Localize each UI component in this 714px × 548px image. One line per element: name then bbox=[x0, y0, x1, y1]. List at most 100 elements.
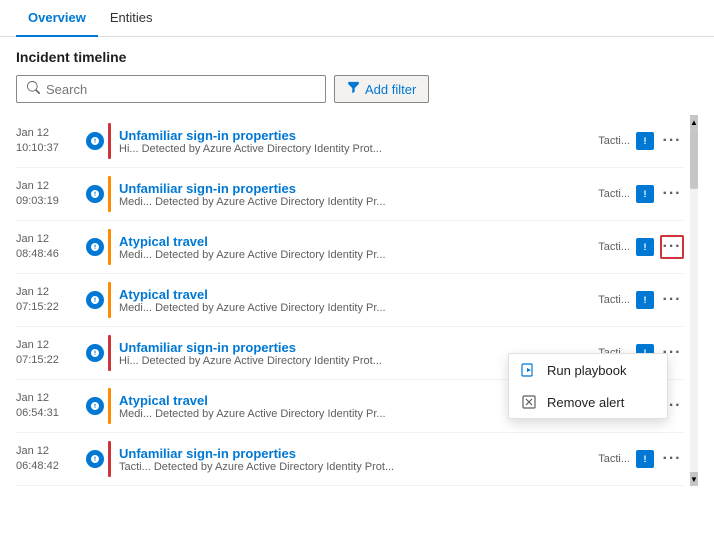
datetime-5: Jan 12 06:54:31 bbox=[16, 391, 86, 422]
search-row: Add filter bbox=[16, 75, 698, 103]
time-0: 10:10:37 bbox=[16, 141, 86, 156]
search-box[interactable] bbox=[16, 75, 326, 103]
item-content-0: Unfamiliar sign-in properties Hi... Dete… bbox=[119, 128, 590, 155]
item-title-3[interactable]: Atypical travel bbox=[119, 287, 590, 302]
context-menu: Run playbook Remove alert bbox=[508, 353, 668, 419]
item-meta-1: Medi... Detected by Azure Active Directo… bbox=[119, 196, 429, 208]
item-title-0[interactable]: Unfamiliar sign-in properties bbox=[119, 128, 590, 143]
alert-icon-1: ! bbox=[636, 185, 654, 203]
tactic-6: Tacti... bbox=[598, 453, 630, 465]
main-container: Overview Entities Incident timeline bbox=[0, 0, 714, 548]
alert-icon-6: ! bbox=[636, 450, 654, 468]
severity-bar-1 bbox=[108, 176, 111, 212]
datetime-2: Jan 12 08:48:46 bbox=[16, 232, 86, 263]
more-button-1[interactable]: ··· bbox=[660, 182, 684, 206]
tab-entities[interactable]: Entities bbox=[98, 0, 165, 37]
scroll-down-arrow[interactable]: ▼ bbox=[690, 472, 698, 486]
datetime-0: Jan 12 10:10:37 bbox=[16, 126, 86, 157]
time-6: 06:48:42 bbox=[16, 459, 86, 474]
incident-timeline: Jan 12 10:10:37 Unfamiliar sign-in prope… bbox=[16, 115, 698, 486]
severity-bar-3 bbox=[108, 282, 111, 318]
date-5: Jan 12 bbox=[16, 391, 86, 406]
scrollbar-track[interactable]: ▲ ▼ bbox=[690, 115, 698, 486]
item-title-1[interactable]: Unfamiliar sign-in properties bbox=[119, 181, 590, 196]
tactic-1: Tacti... bbox=[598, 188, 630, 200]
search-icon bbox=[27, 81, 40, 97]
date-4: Jan 12 bbox=[16, 338, 86, 353]
date-0: Jan 12 bbox=[16, 126, 86, 141]
item-meta-4: Hi... Detected by Azure Active Directory… bbox=[119, 355, 429, 367]
datetime-6: Jan 12 06:48:42 bbox=[16, 444, 86, 475]
severity-icon-2 bbox=[86, 238, 104, 256]
severity-icon-3 bbox=[86, 291, 104, 309]
severity-bar-4 bbox=[108, 335, 111, 371]
remove-icon bbox=[521, 394, 537, 410]
tab-overview[interactable]: Overview bbox=[16, 0, 98, 37]
run-playbook-label: Run playbook bbox=[547, 363, 627, 378]
item-content-1: Unfamiliar sign-in properties Medi... De… bbox=[119, 181, 590, 208]
datetime-1: Jan 12 09:03:19 bbox=[16, 179, 86, 210]
alert-icon-3: ! bbox=[636, 291, 654, 309]
severity-icon-6 bbox=[86, 450, 104, 468]
table-row: Jan 12 07:15:22 Atypical travel Medi... … bbox=[16, 274, 684, 327]
more-button-2[interactable]: ··· bbox=[660, 235, 684, 259]
add-filter-button[interactable]: Add filter bbox=[334, 75, 429, 103]
tactic-2: Tacti... bbox=[598, 241, 630, 253]
item-right-6: Tacti... ! ··· bbox=[590, 447, 684, 471]
more-button-0[interactable]: ··· bbox=[660, 129, 684, 153]
remove-alert-label: Remove alert bbox=[547, 395, 624, 410]
table-row: Jan 12 06:48:42 Unfamiliar sign-in prope… bbox=[16, 433, 684, 486]
severity-icon-5 bbox=[86, 397, 104, 415]
time-4: 07:15:22 bbox=[16, 353, 86, 368]
alert-icon-2: ! bbox=[636, 238, 654, 256]
time-5: 06:54:31 bbox=[16, 406, 86, 421]
item-right-0: Tacti... ! ··· bbox=[590, 129, 684, 153]
item-meta-0: Hi... Detected by Azure Active Directory… bbox=[119, 143, 429, 155]
search-input[interactable] bbox=[46, 82, 315, 97]
date-2: Jan 12 bbox=[16, 232, 86, 247]
remove-alert-menu-item[interactable]: Remove alert bbox=[509, 386, 667, 418]
severity-bar-2 bbox=[108, 229, 111, 265]
tactic-0: Tacti... bbox=[598, 135, 630, 147]
item-meta-3: Medi... Detected by Azure Active Directo… bbox=[119, 302, 429, 314]
item-right-2: Tacti... ! ··· bbox=[590, 235, 684, 259]
severity-bar-6 bbox=[108, 441, 111, 477]
item-content-6: Unfamiliar sign-in properties Tacti... D… bbox=[119, 446, 590, 473]
run-playbook-menu-item[interactable]: Run playbook bbox=[509, 354, 667, 386]
date-1: Jan 12 bbox=[16, 179, 86, 194]
scrollbar-thumb[interactable] bbox=[690, 129, 698, 189]
tactic-3: Tacti... bbox=[598, 294, 630, 306]
add-filter-label: Add filter bbox=[365, 82, 416, 97]
severity-icon-1 bbox=[86, 185, 104, 203]
table-row: Jan 12 08:48:46 Atypical travel Medi... … bbox=[16, 221, 684, 274]
tab-bar: Overview Entities bbox=[0, 0, 714, 37]
item-content-2: Atypical travel Medi... Detected by Azur… bbox=[119, 234, 590, 261]
filter-icon bbox=[347, 81, 360, 97]
playbook-icon bbox=[521, 362, 537, 378]
time-2: 08:48:46 bbox=[16, 247, 86, 262]
table-row: Jan 12 10:10:37 Unfamiliar sign-in prope… bbox=[16, 115, 684, 168]
item-content-3: Atypical travel Medi... Detected by Azur… bbox=[119, 287, 590, 314]
alert-icon-0: ! bbox=[636, 132, 654, 150]
date-3: Jan 12 bbox=[16, 285, 86, 300]
time-1: 09:03:19 bbox=[16, 194, 86, 209]
item-right-3: Tacti... ! ··· bbox=[590, 288, 684, 312]
item-meta-2: Medi... Detected by Azure Active Directo… bbox=[119, 249, 429, 261]
item-meta-5: Medi... Detected by Azure Active Directo… bbox=[119, 408, 429, 420]
time-3: 07:15:22 bbox=[16, 300, 86, 315]
content-area: Incident timeline Add filter bbox=[0, 37, 714, 498]
item-meta-6: Tacti... Detected by Azure Active Direct… bbox=[119, 461, 429, 473]
timeline-list: Jan 12 10:10:37 Unfamiliar sign-in prope… bbox=[16, 115, 698, 486]
severity-bar-0 bbox=[108, 123, 111, 159]
scroll-up-arrow[interactable]: ▲ bbox=[690, 115, 698, 129]
item-title-6[interactable]: Unfamiliar sign-in properties bbox=[119, 446, 590, 461]
severity-icon-0 bbox=[86, 132, 104, 150]
more-button-6[interactable]: ··· bbox=[660, 447, 684, 471]
severity-icon-4 bbox=[86, 344, 104, 362]
datetime-3: Jan 12 07:15:22 bbox=[16, 285, 86, 316]
item-title-2[interactable]: Atypical travel bbox=[119, 234, 590, 249]
item-right-1: Tacti... ! ··· bbox=[590, 182, 684, 206]
more-button-3[interactable]: ··· bbox=[660, 288, 684, 312]
datetime-4: Jan 12 07:15:22 bbox=[16, 338, 86, 369]
table-row: Jan 12 09:03:19 Unfamiliar sign-in prope… bbox=[16, 168, 684, 221]
